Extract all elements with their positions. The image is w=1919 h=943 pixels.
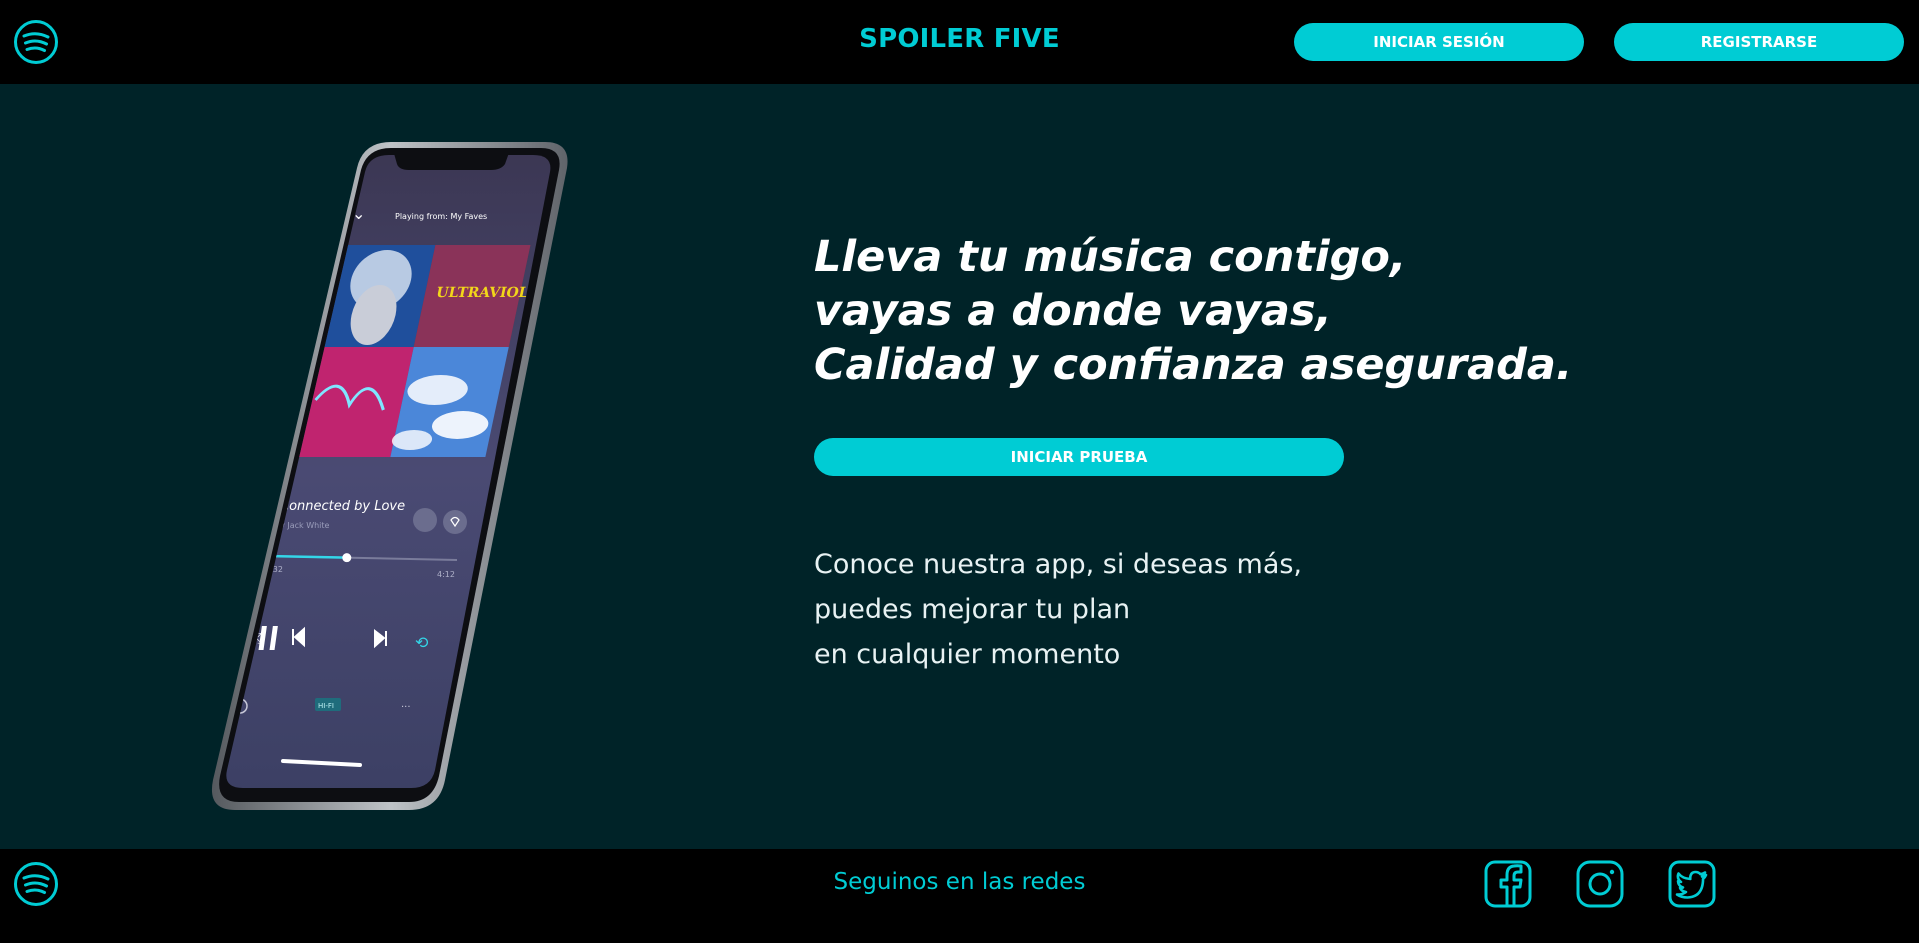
headline-line: Lleva tu música contigo, [814, 232, 1407, 282]
phone-mockup: ⌄ Playing from: My Faves ULTRAVIOLET Con… [211, 142, 568, 810]
description-line: Conoce nuestra app, si deseas más, [814, 549, 1303, 580]
headline-line: vayas a donde vayas, [814, 286, 1332, 336]
register-button[interactable]: REGISTRARSE [1614, 23, 1904, 61]
hero-description: Conoce nuestra app, si deseas más, puede… [814, 542, 1302, 677]
progress-knob[interactable] [342, 553, 352, 563]
description-line: en cualquier momento [814, 639, 1121, 670]
start-trial-button[interactable]: INICIAR PRUEBA [814, 438, 1344, 476]
hero-headline: Lleva tu música contigo, vayas a donde v… [814, 230, 1572, 392]
progress-fill [266, 554, 347, 559]
duration-time: 4:12 [437, 570, 455, 579]
spotify-logo-icon[interactable] [13, 19, 59, 65]
playing-from-label: Playing from: My Faves [395, 212, 487, 221]
ellipsis-icon[interactable]: ··· [401, 702, 411, 713]
repeat-icon[interactable]: ⟲ [415, 633, 429, 652]
site-header: SPOILER FIVE INICIAR SESIÓN REGISTRARSE [0, 0, 1919, 84]
site-footer: Seguinos en las redes [0, 849, 1919, 943]
hero-section: ⌄ Playing from: My Faves ULTRAVIOLET Con… [0, 84, 1919, 849]
svg-text:HI-FI: HI-FI [318, 702, 334, 710]
heart-icon[interactable] [443, 510, 467, 534]
login-button[interactable]: INICIAR SESIÓN [1294, 23, 1584, 61]
instagram-icon[interactable] [1575, 859, 1625, 909]
twitter-icon[interactable] [1667, 859, 1717, 909]
headline-line: Calidad y confianza asegurada. [814, 340, 1573, 390]
footer-social-label: Seguinos en las redes [833, 869, 1086, 895]
description-line: puedes mejorar tu plan [814, 594, 1131, 625]
info-icon[interactable] [413, 508, 437, 532]
track-title: Connected by Love [280, 499, 405, 514]
facebook-icon[interactable] [1483, 859, 1533, 909]
